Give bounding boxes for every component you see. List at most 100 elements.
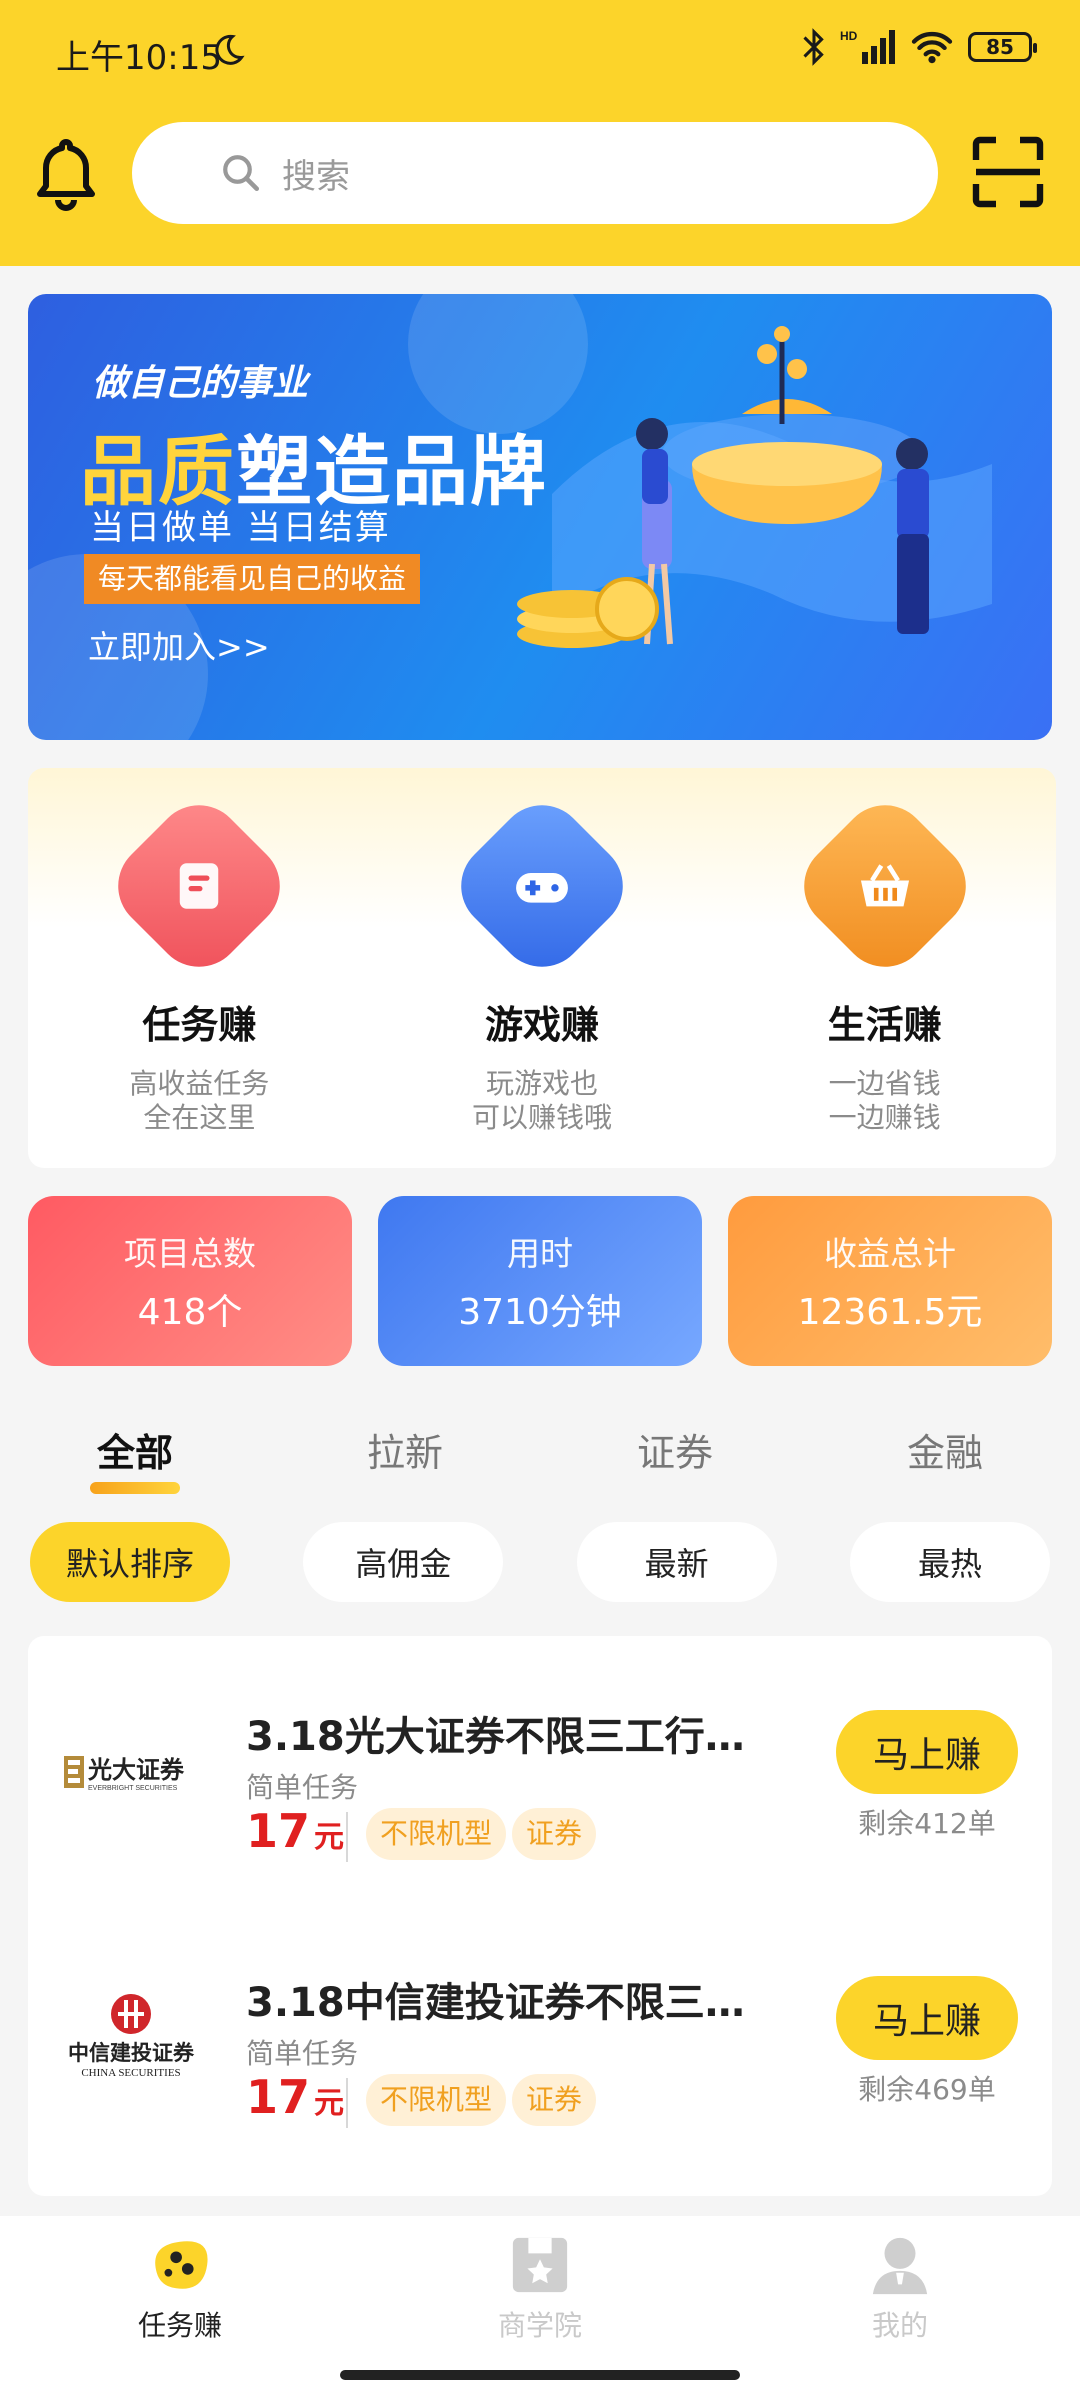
wifi-icon — [911, 31, 953, 64]
stat-project-count: 项目总数 418个 — [28, 1196, 352, 1366]
stat-label: 收益总计 — [824, 1234, 956, 1273]
stat-time: 用时 3710分钟 — [378, 1196, 702, 1366]
stat-value: 12361.5元 — [797, 1292, 983, 1333]
task-reward: 17 元 — [246, 2070, 344, 2124]
china-securities-logo: 中信建投证券 CHINA SECURITIES — [68, 1994, 195, 2079]
tab-all[interactable]: 全部 — [0, 1410, 270, 1494]
book-star-icon — [512, 2237, 568, 2293]
sort-default[interactable]: 默认排序 — [30, 1522, 230, 1602]
signal-icon: HD — [840, 29, 895, 64]
nav-label: 我的 — [871, 2309, 928, 2342]
bluetooth-icon — [803, 28, 824, 66]
remaining-count: 剩余412单 — [858, 1807, 996, 1840]
category-tabs: 全部 拉新 证券 金融 — [0, 1410, 1080, 1494]
stats-row: 项目总数 418个 用时 3710分钟 收益总计 12361.5元 — [28, 1196, 1052, 1366]
category-task[interactable]: 任务赚 高收益任务 全在这里 — [28, 768, 371, 1168]
home-indicator[interactable] — [340, 2370, 740, 2380]
remaining-count: 剩余469单 — [858, 2073, 996, 2106]
tag-securities: 证券 — [512, 1808, 597, 1860]
top-header: 上午10:15 HD 85 搜索 — [0, 0, 1080, 266]
task-type: 简单任务 — [246, 2037, 359, 2070]
task-reward: 17 元 — [246, 1804, 344, 1858]
task-icon — [100, 787, 299, 985]
battery-level: 85 — [986, 35, 1014, 59]
reward-unit: 元 — [314, 1820, 345, 1855]
task-title: 3.18中信建投证券不限三… — [246, 1980, 745, 2026]
task-tags: 不限机型 证券 — [366, 1808, 597, 1860]
banner-slogan: 做自己的事业 — [92, 363, 309, 404]
tab-new-users[interactable]: 拉新 — [270, 1410, 540, 1490]
nav-label: 商学院 — [497, 2309, 582, 2342]
divider — [346, 1812, 348, 1862]
svg-text:CHINA SECURITIES: CHINA SECURITIES — [81, 2067, 180, 2079]
status-icons: HD 85 — [802, 28, 1037, 66]
sort-options: 默认排序 高佣金 最新 最热 — [30, 1522, 1050, 1602]
task-list: 光大证券 EVERBRIGHT SECURITIES 3.18光大证券不限三工行… — [28, 1636, 1052, 2196]
svg-text:中信建投证券: 中信建投证券 — [68, 2040, 195, 2065]
reward-amount: 17 — [246, 1804, 311, 1858]
category-task-desc: 高收益任务 全在这里 — [99, 1067, 299, 1135]
category-panel: 任务赚 高收益任务 全在这里 游戏赚 玩游戏也 可以赚钱哦 生活赚 一边省钱 一边赚钱 — [28, 768, 1056, 1168]
reward-unit: 元 — [314, 2086, 345, 2121]
search-input[interactable]: 搜索 — [132, 122, 938, 224]
category-game[interactable]: 游戏赚 玩游戏也 可以赚钱哦 — [371, 768, 714, 1168]
stat-value: 418个 — [137, 1292, 243, 1333]
category-task-desc-line1: 高收益任务 — [129, 1067, 270, 1100]
moon-icon — [215, 34, 245, 65]
tab-finance[interactable]: 金融 — [810, 1410, 1080, 1490]
stat-label: 项目总数 — [124, 1234, 256, 1273]
tab-securities[interactable]: 证券 — [540, 1410, 810, 1490]
divider — [346, 2078, 348, 2128]
stat-earnings: 收益总计 12361.5元 — [728, 1196, 1052, 1366]
banner-join-link[interactable]: 立即加入>> — [88, 622, 270, 668]
nav-label: 任务赚 — [137, 2309, 222, 2342]
task-earn-icon — [155, 2241, 208, 2289]
category-task-desc-line2: 全在这里 — [143, 1101, 256, 1134]
stat-value: 3710分钟 — [458, 1292, 622, 1333]
user-icon — [872, 2237, 928, 2295]
sort-hottest[interactable]: 最热 — [849, 1522, 1050, 1602]
basket-icon — [785, 787, 984, 985]
category-game-title: 游戏赚 — [485, 1003, 600, 1047]
gamepad-icon — [443, 787, 641, 985]
sort-high-commission[interactable]: 高佣金 — [303, 1522, 504, 1602]
banner-illustration — [517, 326, 992, 648]
banner-subline: 当日做单 当日结算 — [90, 508, 391, 548]
task-tags: 不限机型 证券 — [366, 2074, 597, 2126]
sort-newest[interactable]: 最新 — [576, 1522, 777, 1602]
banner-tagline: 每天都能看见自己的收益 — [84, 554, 421, 604]
category-game-desc-line2: 可以赚钱哦 — [471, 1101, 612, 1134]
category-game-desc-line1: 玩游戏也 — [485, 1067, 598, 1100]
task-title: 3.18光大证券不限三工行… — [246, 1714, 745, 1760]
tag-any-device: 不限机型 — [366, 1808, 507, 1860]
promo-banner[interactable]: 做自己的事业 品质塑造品牌 当日做单 当日结算 每天都能看见自己的收益 立即加入… — [28, 294, 1052, 740]
svg-text:光大证券: 光大证券 — [87, 1755, 185, 1784]
tag-securities: 证券 — [512, 2074, 597, 2126]
category-task-title: 任务赚 — [142, 1003, 257, 1047]
network-type: HD — [840, 29, 858, 43]
everbright-securities-logo: 光大证券 EVERBRIGHT SECURITIES — [64, 1755, 185, 1792]
stat-label: 用时 — [507, 1234, 573, 1273]
category-life-title: 生活赚 — [827, 1003, 942, 1047]
svg-text:EVERBRIGHT SECURITIES: EVERBRIGHT SECURITIES — [88, 1785, 178, 1792]
category-life-desc: 一边省钱 一边赚钱 — [785, 1067, 985, 1135]
search-placeholder: 搜索 — [282, 156, 350, 197]
nav-me[interactable]: 我的 — [720, 2216, 1080, 2400]
earn-now-button[interactable]: 马上赚 — [836, 1976, 1018, 2060]
status-time: 上午10:15 — [56, 38, 222, 78]
category-life-desc-line2: 一边赚钱 — [828, 1101, 941, 1134]
category-life-desc-line1: 一边省钱 — [828, 1067, 941, 1100]
battery-icon: 85 — [968, 32, 1037, 62]
earn-now-button[interactable]: 马上赚 — [836, 1710, 1018, 1794]
scan-icon[interactable] — [972, 136, 1044, 208]
reward-amount: 17 — [246, 2070, 311, 2124]
task-item[interactable]: 中信建投证券 CHINA SECURITIES 3.18中信建投证券不限三… 简… — [28, 1922, 1052, 2152]
search-icon — [223, 155, 260, 192]
task-item[interactable]: 光大证券 EVERBRIGHT SECURITIES 3.18光大证券不限三工行… — [28, 1656, 1052, 1886]
category-life[interactable]: 生活赚 一边省钱 一边赚钱 — [713, 768, 1056, 1168]
status-bar: 上午10:15 HD 85 — [0, 0, 1080, 110]
category-game-desc: 玩游戏也 可以赚钱哦 — [442, 1067, 642, 1135]
nav-task-earn[interactable]: 任务赚 — [0, 2216, 360, 2400]
tag-any-device: 不限机型 — [366, 2074, 507, 2126]
bell-icon[interactable] — [34, 134, 98, 214]
